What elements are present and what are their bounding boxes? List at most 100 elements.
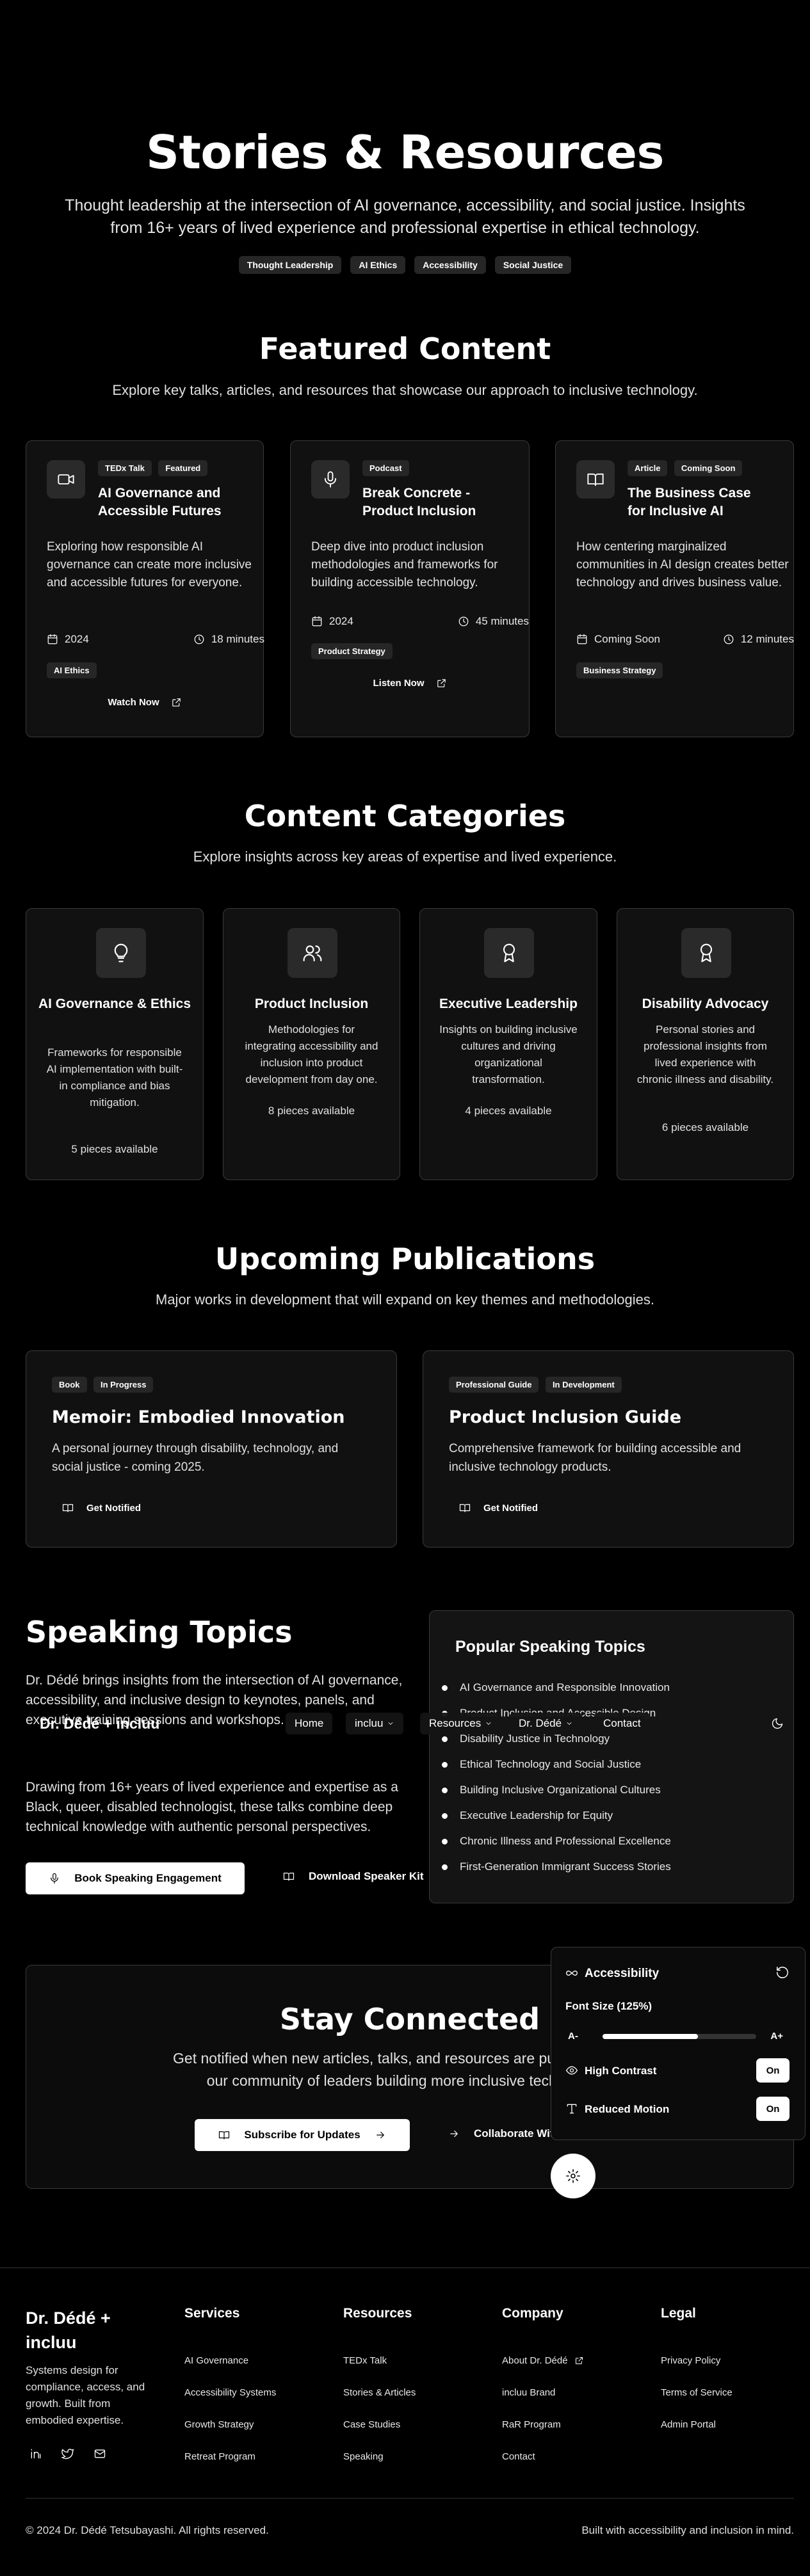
book-icon — [218, 2129, 230, 2141]
nav-item-contact[interactable]: Contact — [594, 1713, 650, 1734]
nav-item-incluu[interactable]: incluu — [346, 1713, 404, 1734]
accessibility-panel: Accessibility Font Size (125%) A- A+ Hig… — [551, 1947, 806, 2140]
accessibility-fab[interactable] — [551, 2154, 595, 2198]
footer-column-services: Services AI Governance Accessibility Sys… — [184, 2306, 276, 2472]
page-title: Stories & Resources — [146, 125, 664, 179]
font-size-slider[interactable] — [603, 2034, 756, 2039]
list-item: First-Generation Immigrant Success Stori… — [442, 1859, 671, 1885]
tag: Article — [628, 460, 668, 476]
mail-icon[interactable] — [93, 2447, 106, 2460]
category-card[interactable]: Executive Leadership Insights on buildin… — [419, 908, 597, 1180]
category-card[interactable]: Disability Advocacy Personal stories and… — [617, 908, 794, 1180]
card-description: Deep dive into product inclusion methodo… — [311, 540, 498, 589]
category-count: 4 pieces available — [465, 1105, 552, 1117]
pill: Social Justice — [494, 256, 572, 274]
action-label: Get Notified — [86, 1502, 141, 1514]
date: 2024 — [65, 633, 89, 645]
speaking-paragraph: Drawing from 16+ years of lived experien… — [26, 1780, 398, 1834]
pill: Accessibility — [414, 256, 486, 274]
listen-now-button[interactable]: Listen Now — [291, 678, 529, 689]
categories-title: Content Categories — [244, 799, 566, 833]
footer-column-legal: Legal Privacy Policy Terms of Service Ad… — [661, 2306, 733, 2440]
card-description: How centering marginalized communities i… — [576, 540, 789, 589]
category-count: 5 pieces available — [71, 1143, 158, 1155]
book-icon — [576, 460, 615, 499]
category-count: 8 pieces available — [268, 1105, 355, 1117]
list-item: Chronic Illness and Professional Excelle… — [442, 1834, 671, 1859]
category-description: Insights on building inclusive cultures … — [439, 1023, 578, 1085]
publications-subtitle: Major works in development that will exp… — [156, 1292, 654, 1308]
list-item: Ethical Technology and Social Justice — [442, 1757, 671, 1782]
font-increase-button[interactable]: A+ — [770, 2031, 783, 2042]
footer-link[interactable]: TEDx Talk — [343, 2344, 416, 2376]
footer-link-about[interactable]: About Dr. Dédé — [502, 2344, 584, 2376]
column-title: Legal — [661, 2306, 696, 2321]
category-chip: Business Strategy — [576, 662, 663, 678]
card-title: The Business Case for Inclusive AI — [628, 486, 751, 518]
reset-icon[interactable] — [775, 1965, 790, 1980]
subscribe-button[interactable]: Subscribe for Updates — [195, 2119, 410, 2151]
users-icon — [288, 928, 337, 978]
action-label: Listen Now — [373, 678, 425, 689]
hero-section: Stories & Resources Thought leadership a… — [0, 122, 810, 274]
download-speaker-kit-button[interactable]: Download Speaker Kit — [283, 1870, 423, 1883]
footer-link[interactable]: Accessibility Systems — [184, 2376, 276, 2408]
book-speaking-button[interactable]: Book Speaking Engagement — [26, 1862, 245, 1894]
list-item: Executive Leadership for Equity — [442, 1808, 671, 1834]
category-card[interactable]: Product Inclusion Methodologies for inte… — [223, 908, 400, 1180]
chevron-down-icon — [387, 1720, 394, 1727]
footer-link[interactable]: AI Governance — [184, 2344, 276, 2376]
nav-brand[interactable]: Dr. Dédé + incluu — [40, 1715, 159, 1732]
external-link-icon — [436, 678, 447, 689]
high-contrast-toggle[interactable]: On — [756, 2058, 790, 2083]
nav-item-dr-dede[interactable]: Dr. Dédé — [510, 1713, 583, 1734]
nav-item-home[interactable]: Home — [286, 1713, 333, 1734]
linkedin-icon[interactable] — [29, 2447, 42, 2460]
footer-link[interactable]: incluu Brand — [502, 2376, 584, 2408]
publication-title: Memoir: Embodied Innovation — [52, 1407, 345, 1427]
chevron-down-icon — [565, 1720, 573, 1727]
get-notified-button[interactable]: Get Notified — [459, 1502, 538, 1514]
featured-subtitle: Explore key talks, articles, and resourc… — [112, 382, 698, 398]
nav-item-resources[interactable]: Resources — [420, 1713, 502, 1734]
footer-link[interactable]: Admin Portal — [661, 2408, 733, 2440]
tag: Coming Soon — [674, 460, 743, 476]
footer-link[interactable]: Retreat Program — [184, 2440, 276, 2472]
eye-icon — [565, 2064, 578, 2077]
footer-link[interactable]: Growth Strategy — [184, 2408, 276, 2440]
footer-link[interactable]: Case Studies — [343, 2408, 416, 2440]
footer-link[interactable]: RaR Program — [502, 2408, 584, 2440]
navbar: Dr. Dédé + incluu Home incluu Resources … — [26, 1705, 800, 1742]
topic-pills: Thought Leadership AI Ethics Accessibili… — [0, 256, 810, 274]
footer-link[interactable]: Speaking — [343, 2440, 416, 2472]
font-decrease-button[interactable]: A- — [568, 2031, 578, 2042]
clock-icon — [723, 634, 734, 645]
divider — [26, 2498, 794, 2499]
list-item: Building Inclusive Organizational Cultur… — [442, 1782, 671, 1808]
category-description: Frameworks for responsible AI implementa… — [46, 1046, 183, 1108]
footer-brand: Dr. Dédé + incluu — [26, 2308, 111, 2352]
reduced-motion-label: Reduced Motion — [585, 2103, 670, 2115]
column-title: Services — [184, 2306, 240, 2321]
award-icon — [681, 928, 731, 978]
card-title: Break Concrete - Product Inclusion — [362, 486, 476, 518]
pill: AI Ethics — [350, 256, 406, 274]
category-chip: Product Strategy — [311, 643, 393, 659]
button-label: Book Speaking Engagement — [74, 1872, 222, 1884]
twitter-icon[interactable] — [61, 2447, 74, 2460]
get-notified-button[interactable]: Get Notified — [62, 1502, 141, 1514]
moon-icon[interactable] — [771, 1717, 784, 1730]
footer-link[interactable]: Stories & Articles — [343, 2376, 416, 2408]
footer-link[interactable]: Terms of Service — [661, 2376, 733, 2408]
publication-description: A personal journey through disability, t… — [52, 1442, 339, 1474]
footer-link[interactable]: Privacy Policy — [661, 2344, 733, 2376]
book-icon — [283, 1871, 295, 1882]
high-contrast-label: High Contrast — [585, 2065, 657, 2077]
publication-card: Book In Progress Memoir: Embodied Innova… — [26, 1350, 397, 1548]
duration: 18 minutes — [211, 633, 264, 645]
reduced-motion-toggle[interactable]: On — [756, 2097, 790, 2121]
category-card[interactable]: AI Governance & Ethics Frameworks for re… — [26, 908, 204, 1180]
footer-link[interactable]: Contact — [502, 2440, 584, 2472]
watch-now-button[interactable]: Watch Now — [26, 697, 263, 708]
category-title: Disability Advocacy — [642, 996, 769, 1011]
